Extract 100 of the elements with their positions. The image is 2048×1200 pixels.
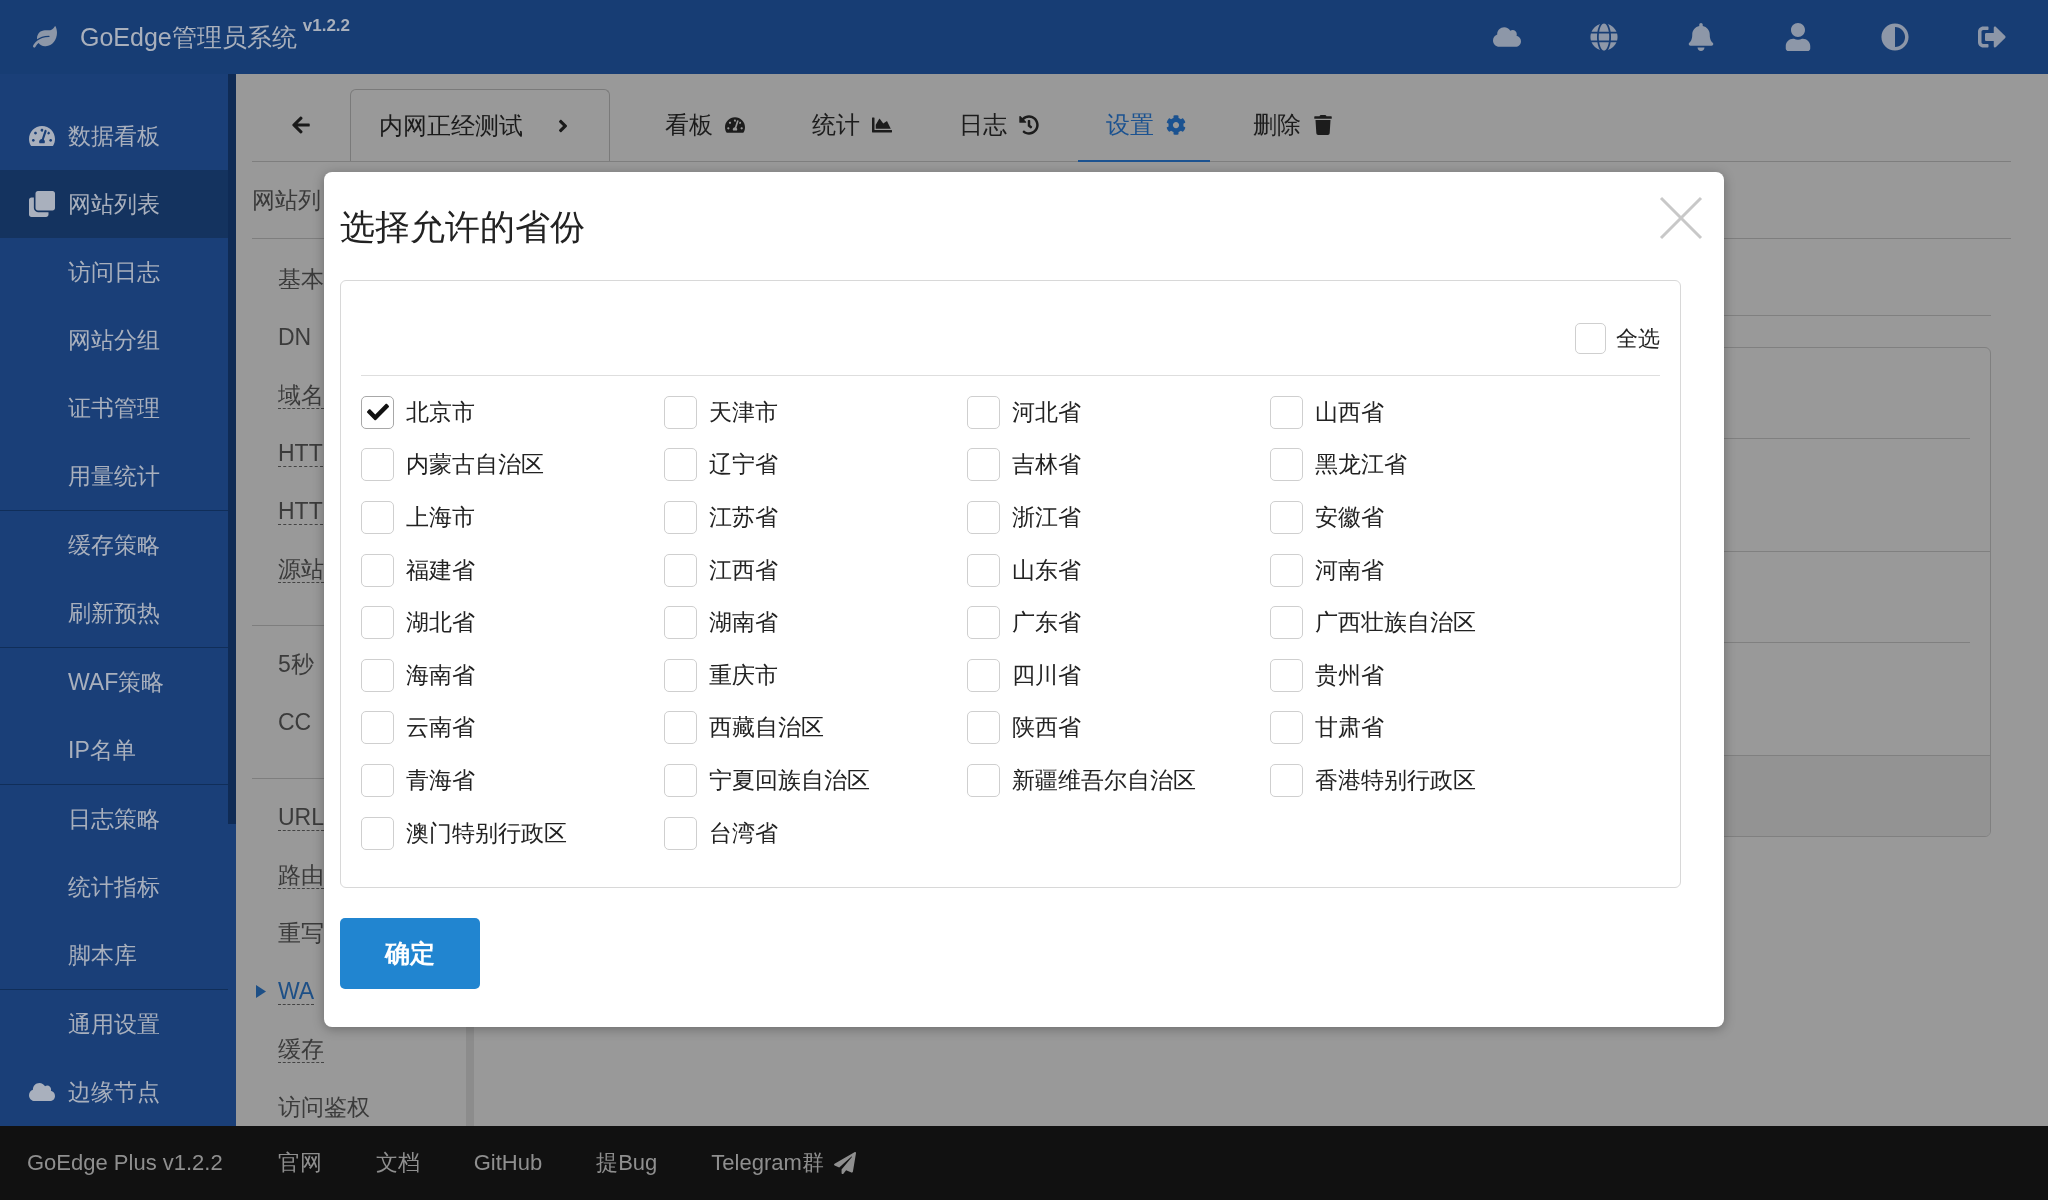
province-label[interactable]: 宁夏回族自治区	[709, 764, 870, 796]
settings-menu-link[interactable]: 重写	[278, 920, 324, 948]
province-label[interactable]: 北京市	[406, 396, 475, 428]
breadcrumb-link[interactable]: 网站列	[252, 184, 321, 216]
checkbox[interactable]	[664, 711, 697, 745]
province-label[interactable]: 香港特别行政区	[1315, 764, 1476, 796]
checkbox[interactable]	[361, 816, 394, 850]
province-label[interactable]: 湖北省	[406, 607, 475, 639]
settings-menu-link[interactable]: HTT	[278, 440, 323, 468]
checkbox[interactable]	[664, 501, 697, 534]
sidebar-item[interactable]: 数据看板	[0, 102, 228, 170]
sidebar-item[interactable]: 脚本库	[0, 921, 228, 989]
footer-link[interactable]: 官网	[250, 1148, 349, 1178]
checkbox[interactable]	[664, 553, 697, 587]
close-icon[interactable]	[1659, 196, 1703, 240]
sidebar-item[interactable]: 证书管理	[0, 374, 228, 442]
province-label[interactable]: 云南省	[406, 712, 475, 744]
province-label[interactable]: 内蒙古自治区	[406, 449, 544, 481]
province-label[interactable]: 贵州省	[1315, 659, 1384, 691]
province-label[interactable]: 台湾省	[709, 817, 778, 849]
sidebar-item[interactable]: 缓存策略	[0, 511, 228, 579]
checkbox[interactable]	[1270, 711, 1303, 745]
tab[interactable]: 看板	[637, 89, 769, 162]
checkbox[interactable]	[967, 658, 1000, 692]
sidebar-item[interactable]: IP名单	[0, 716, 228, 784]
settings-menu-link[interactable]: 5秒	[278, 651, 314, 679]
checkbox[interactable]	[361, 448, 394, 482]
contrast-icon[interactable]	[1881, 23, 1909, 51]
province-label[interactable]: 澳门特别行政区	[406, 817, 567, 849]
footer-link[interactable]: 提Bug	[569, 1148, 685, 1178]
province-label[interactable]: 重庆市	[709, 659, 778, 691]
globe-icon[interactable]	[1590, 23, 1618, 51]
settings-menu-link[interactable]: HTT	[278, 498, 323, 526]
footer-link[interactable]: 文档	[348, 1148, 447, 1178]
province-label[interactable]: 安徽省	[1315, 502, 1384, 533]
footer-link[interactable]: Telegram群	[684, 1148, 883, 1178]
confirm-button[interactable]: 确定	[340, 918, 480, 990]
province-label[interactable]: 四川省	[1012, 659, 1081, 691]
checkbox[interactable]	[361, 711, 394, 745]
province-label[interactable]: 新疆维吾尔自治区	[1012, 764, 1196, 796]
checkbox[interactable]	[1270, 763, 1303, 797]
province-label[interactable]: 青海省	[406, 764, 475, 796]
province-label[interactable]: 湖南省	[709, 607, 778, 639]
sidebar-item[interactable]: 网站列表	[0, 170, 228, 238]
sidebar-item[interactable]: 刷新预热	[0, 579, 228, 647]
checkbox[interactable]	[967, 606, 1000, 640]
sidebar-item[interactable]: 用量统计	[0, 442, 228, 510]
sidebar-item[interactable]: 边缘节点	[0, 1058, 228, 1126]
footer-link[interactable]: GitHub	[446, 1150, 570, 1176]
province-label[interactable]: 江苏省	[709, 502, 778, 533]
settings-menu-link[interactable]: DN	[278, 324, 312, 352]
sidebar-item[interactable]: 统计指标	[0, 853, 228, 921]
server-tab[interactable]: 内网正经测试	[350, 89, 610, 161]
province-label[interactable]: 天津市	[709, 396, 778, 428]
checkbox[interactable]	[967, 553, 1000, 587]
checkbox[interactable]	[967, 763, 1000, 797]
checkbox[interactable]	[361, 395, 394, 429]
bell-icon[interactable]	[1687, 23, 1715, 51]
checkbox[interactable]	[361, 553, 394, 587]
sidebar-item[interactable]: 网站分组	[0, 306, 228, 374]
checkbox[interactable]	[664, 658, 697, 692]
checkbox[interactable]	[1270, 395, 1303, 429]
province-label[interactable]: 甘肃省	[1315, 712, 1384, 744]
province-label[interactable]: 海南省	[406, 659, 475, 691]
checkbox[interactable]	[1270, 658, 1303, 692]
checkbox[interactable]	[1270, 501, 1303, 534]
province-label[interactable]: 山东省	[1012, 554, 1081, 586]
settings-menu-link[interactable]: CC	[278, 709, 312, 737]
province-label[interactable]: 黑龙江省	[1315, 449, 1407, 481]
checkbox[interactable]	[967, 501, 1000, 534]
province-label[interactable]: 辽宁省	[709, 449, 778, 481]
checkbox[interactable]	[1270, 448, 1303, 482]
scrollbar-thumb[interactable]	[228, 74, 236, 824]
settings-menu-link[interactable]: 基本	[278, 266, 324, 294]
checkbox[interactable]	[361, 606, 394, 640]
sidebar-item[interactable]: 日志策略	[0, 785, 228, 853]
province-label[interactable]: 山西省	[1315, 396, 1384, 428]
province-label[interactable]: 吉林省	[1012, 449, 1081, 481]
checkbox[interactable]	[361, 763, 394, 797]
checkbox[interactable]	[664, 448, 697, 482]
checkbox[interactable]	[1575, 323, 1606, 354]
sidebar-item[interactable]: 通用设置	[0, 990, 228, 1058]
province-label[interactable]: 浙江省	[1012, 502, 1081, 533]
province-label[interactable]: 陕西省	[1012, 712, 1081, 744]
province-label[interactable]: 河南省	[1315, 554, 1384, 586]
province-label[interactable]: 江西省	[709, 554, 778, 586]
sidebar-item[interactable]: 访问日志	[0, 238, 228, 306]
checkbox[interactable]	[664, 395, 697, 429]
checkbox[interactable]	[361, 501, 394, 534]
tab[interactable]: 统计	[784, 89, 916, 162]
province-label[interactable]: 福建省	[406, 554, 475, 586]
province-label[interactable]: 广东省	[1012, 607, 1081, 639]
checkbox[interactable]	[1270, 553, 1303, 587]
settings-menu-link[interactable]: 访问鉴权	[278, 1094, 370, 1122]
user-icon[interactable]	[1784, 23, 1812, 51]
select-all-label[interactable]: 全选	[1616, 323, 1660, 354]
checkbox[interactable]	[1270, 606, 1303, 640]
checkbox[interactable]	[967, 448, 1000, 482]
province-label[interactable]: 西藏自治区	[709, 712, 824, 744]
sidebar-item[interactable]: WAF策略	[0, 648, 228, 716]
